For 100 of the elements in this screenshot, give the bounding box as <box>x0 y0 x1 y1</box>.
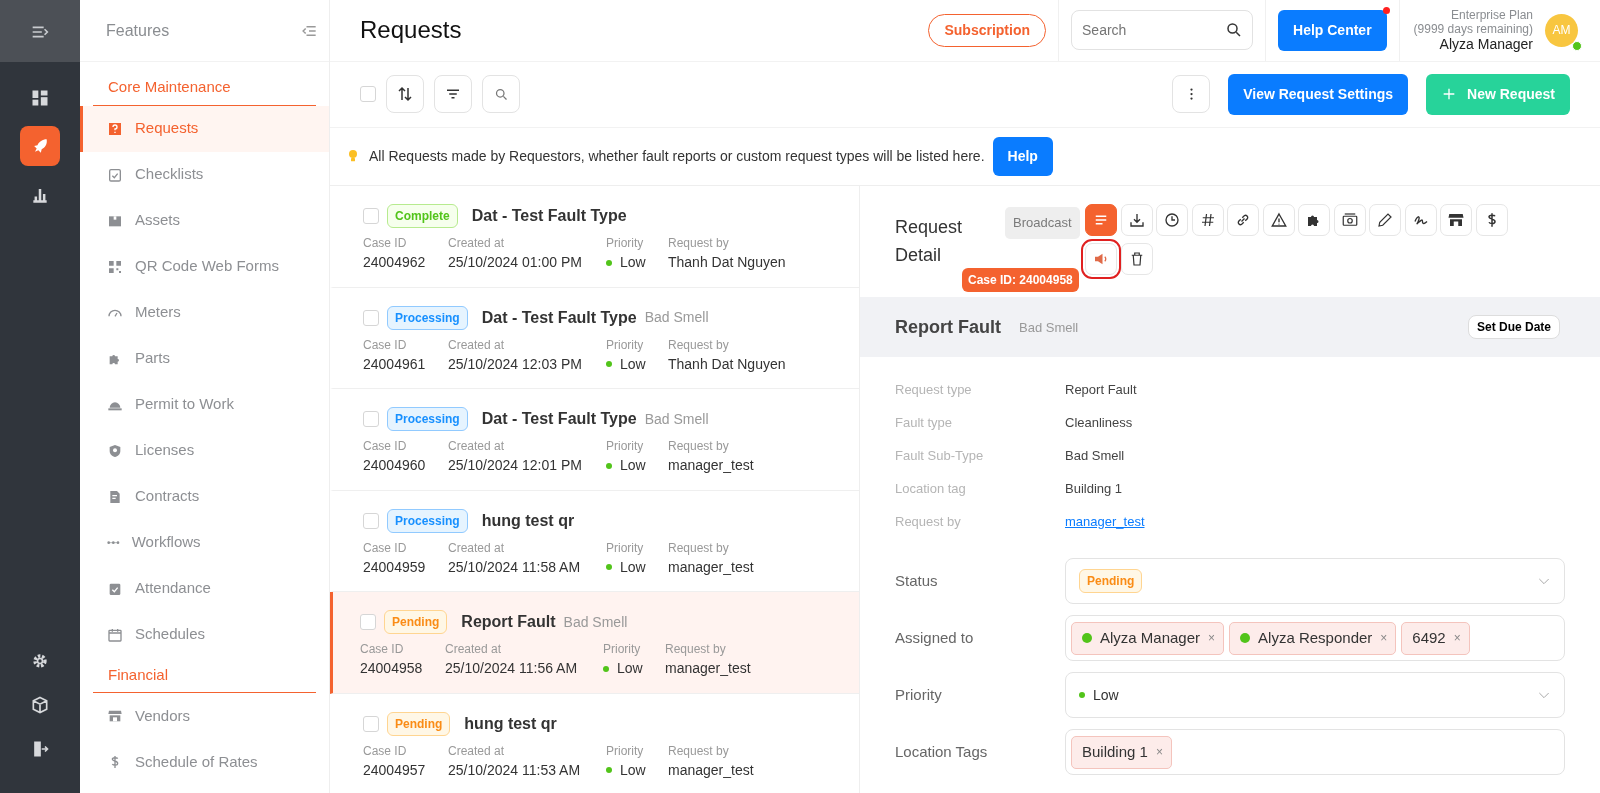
field-value: Low <box>620 354 646 374</box>
info-value: Cleanliness <box>1065 414 1133 433</box>
new-request-button[interactable]: New Request <box>1426 73 1570 115</box>
requester-link[interactable]: manager_test <box>1065 512 1145 532</box>
field-label: Priority <box>606 742 645 760</box>
row-checkbox[interactable] <box>363 512 379 529</box>
tag-text: 6492 <box>1412 628 1446 649</box>
field-label: Created at <box>448 336 506 354</box>
remove-tag-icon[interactable]: × <box>1208 629 1216 648</box>
status-badge: Pending <box>387 711 451 736</box>
row-checkbox[interactable] <box>363 309 379 326</box>
tooltip: Broadcast <box>1005 207 1080 239</box>
sidebar-item[interactable]: Schedule of Rates <box>80 739 329 785</box>
sidebar-item[interactable]: Schedules <box>80 611 329 658</box>
tag-text: Building 1 <box>1082 742 1148 763</box>
request-title: Dat - Test Fault Type <box>471 206 627 227</box>
help-button[interactable]: Help <box>992 136 1053 176</box>
tags-field[interactable]: Building 1 × <box>1065 729 1565 776</box>
search-field[interactable]: Search <box>1071 10 1253 51</box>
detail-subtype: Bad Smell <box>1019 318 1080 337</box>
sidebar-item[interactable]: Vendors <box>80 693 329 739</box>
form-label: Assigned to <box>895 628 975 649</box>
info-value: Bad Smell <box>1065 447 1125 466</box>
request-subtype: Bad Smell <box>644 409 709 429</box>
select-all-checkbox[interactable] <box>360 86 376 103</box>
sidebar-item[interactable]: Requests <box>80 105 329 152</box>
remove-tag-icon[interactable]: × <box>1380 629 1388 648</box>
filter-button[interactable] <box>434 75 472 114</box>
field-label: Created at <box>445 641 503 659</box>
field-value: Low <box>620 456 646 476</box>
field-value: 25/10/2024 12:01 PM <box>448 456 582 476</box>
status-badge: Processing <box>387 305 468 330</box>
field-label: Case ID <box>363 742 408 760</box>
request-row[interactable]: Processing Dat - Test Fault Type Bad Smell Case ID Created at Priority Request by 24004961 25/10/2024 12:03 PM Low Thanh Dat Nguyen <box>330 287 859 390</box>
request-title: Dat - Test Fault Type <box>481 409 637 430</box>
request-row[interactable]: Pending hung test qr Case ID Created at Priority Request by 24004957 25/10/2024 11:53 AM Low manager_test <box>330 693 859 793</box>
field-label: Request by <box>665 641 727 659</box>
field-value: 25/10/2024 11:56 AM <box>445 659 578 679</box>
sort-button[interactable] <box>386 75 424 114</box>
plan-name: Enterprise Plan <box>1449 7 1533 22</box>
sidebar-item[interactable]: Assets <box>80 197 329 244</box>
remove-tag-icon[interactable]: × <box>1453 629 1461 648</box>
pencil-icon <box>1376 211 1394 230</box>
clock-icon <box>1163 211 1181 230</box>
field-value: manager_test <box>665 659 751 679</box>
sidebar-item[interactable]: Permit to Work <box>80 381 329 428</box>
field-value: Thanh Dat Nguyen <box>668 354 786 374</box>
plan-days: (9999 days remaining) <box>1413 22 1533 37</box>
document-icon <box>107 488 123 505</box>
rail-button[interactable] <box>20 126 60 166</box>
priority-select[interactable]: Low <box>1065 672 1565 719</box>
shield-icon <box>107 442 123 459</box>
row-checkbox[interactable] <box>363 411 379 428</box>
remove-tag-icon[interactable]: × <box>1155 743 1163 762</box>
info-label: Fault Sub-Type <box>895 447 985 466</box>
subscription-button[interactable]: Subscription <box>928 13 1046 47</box>
user-name: Alyza Manager <box>1438 36 1533 54</box>
tags-field[interactable]: Alyza Manager × Alyza Responder × 6492 × <box>1065 615 1565 662</box>
select-value: Low <box>1093 685 1119 705</box>
info-label: Location tag <box>895 480 967 499</box>
status-badge: Pending <box>384 610 448 635</box>
sidebar-item[interactable]: Checklists <box>80 151 329 198</box>
priority-dot <box>606 259 612 266</box>
request-row[interactable]: Complete Dat - Test Fault Type Case ID Created at Priority Request by 24004962 25/10/2024 01:00 PM Low Thanh Dat Nguyen <box>330 186 859 288</box>
request-row[interactable]: Pending Report Fault Bad Smell Case ID Created at Priority Request by 24004958 25/10/2024 11:56 AM Low manager_test <box>330 592 859 694</box>
help-center-button[interactable]: Help Center <box>1278 9 1387 51</box>
checklist-icon <box>107 166 123 183</box>
field-value: 24004962 <box>363 253 426 273</box>
sidebar-item[interactable]: Parts <box>80 335 329 382</box>
qr-code-icon <box>107 258 123 275</box>
view-settings-button[interactable]: View Request Settings <box>1228 73 1409 115</box>
section-heading: Financial <box>93 657 316 693</box>
tooltip: Case ID: 24004958 <box>962 268 1079 293</box>
form-label: Status <box>895 571 939 592</box>
request-row[interactable]: Processing Dat - Test Fault Type Bad Smell Case ID Created at Priority Request by 24004960 25/10/2024 12:01 PM Low manager_test <box>330 389 859 491</box>
field-label: Request by <box>668 539 730 557</box>
form-label: Location Tags <box>895 742 989 763</box>
field-label: Priority <box>606 438 645 456</box>
row-checkbox[interactable] <box>363 208 379 225</box>
info-label: Request type <box>895 381 973 400</box>
field-label: Case ID <box>363 539 408 557</box>
field-value: 24004957 <box>363 760 426 780</box>
row-checkbox[interactable] <box>360 614 376 631</box>
field-label: Case ID <box>363 235 408 253</box>
field-value: 25/10/2024 11:58 AM <box>448 557 581 577</box>
field-label: Case ID <box>360 641 405 659</box>
row-checkbox[interactable] <box>363 715 379 732</box>
sidebar-item[interactable]: Attendance <box>80 565 329 612</box>
set-due-date-button[interactable]: Set Due Date <box>1467 315 1560 340</box>
field-label: Created at <box>448 742 506 760</box>
info-text: All Requests made by Requestors, whether fault reports or custom request types will be listed here. <box>369 146 985 166</box>
sidebar-item[interactable]: QR Code Web Forms <box>80 243 329 290</box>
sidebar-item[interactable]: Workflows <box>80 519 329 566</box>
sidebar-item[interactable]: Meters <box>80 289 329 336</box>
sidebar-item[interactable]: Licenses <box>80 427 329 474</box>
request-title: Dat - Test Fault Type <box>481 307 637 328</box>
field-value: 24004961 <box>363 354 426 374</box>
status-select[interactable]: Pending <box>1065 558 1565 605</box>
field-label: Priority <box>606 539 645 557</box>
sidebar-item[interactable]: Contracts <box>80 473 329 520</box>
